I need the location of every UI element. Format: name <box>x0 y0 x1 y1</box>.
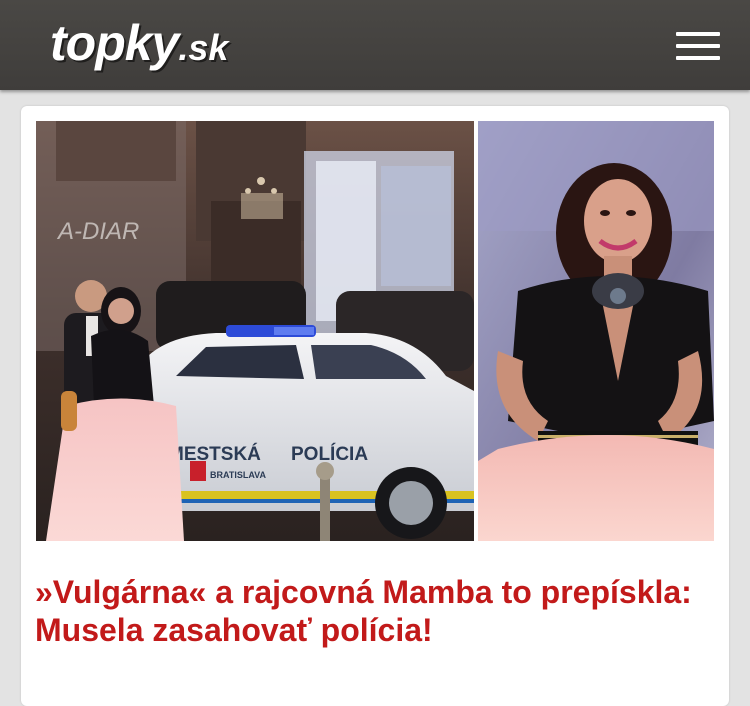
car-text-bratislava: BRATISLAVA <box>210 470 266 480</box>
article-photo-police-car[interactable]: A-DIAR MESTSKÁ POLÍCIA BRATISLAVA <box>36 121 474 541</box>
car-text-mestska: MESTSKÁ <box>168 443 261 465</box>
car-text-policia: POLÍCIA <box>291 443 368 465</box>
article-photo-portrait[interactable] <box>478 121 714 541</box>
article-headline[interactable]: »Vulgárna« a rajcovná Mamba to prepískla… <box>35 573 725 649</box>
article-headline-link[interactable]: »Vulgárna« a rajcovná Mamba to prepískla… <box>35 574 692 648</box>
article-card[interactable]: A-DIAR MESTSKÁ POLÍCIA BRATISLAVA »Vulgá… <box>21 106 729 706</box>
logo-tld-text: .sk <box>178 27 229 68</box>
topky-logo[interactable]: topky.sk <box>50 14 228 72</box>
hamburger-menu-icon[interactable] <box>672 26 724 66</box>
top-header-bar: topky.sk <box>0 0 750 90</box>
portrait-scene <box>478 121 714 541</box>
menu-line <box>676 44 720 48</box>
police-car-scene: A-DIAR MESTSKÁ POLÍCIA BRATISLAVA <box>36 121 474 541</box>
menu-line <box>676 56 720 60</box>
menu-line <box>676 32 720 36</box>
logo-main-text: topky <box>50 15 179 71</box>
graffiti-text: A-DIAR <box>56 218 139 245</box>
